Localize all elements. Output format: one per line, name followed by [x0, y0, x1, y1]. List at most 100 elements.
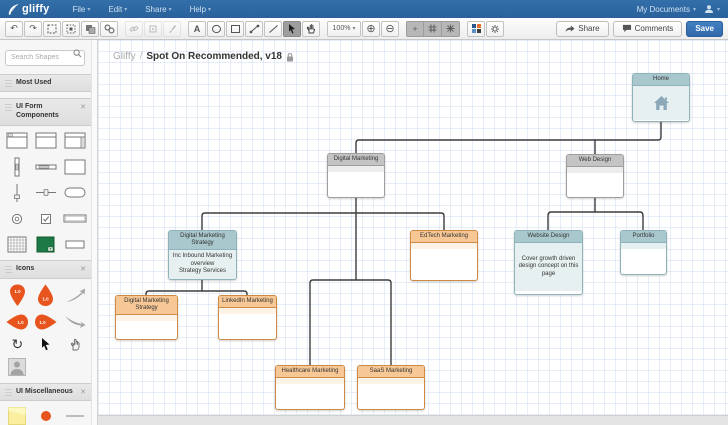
- ellipse-tool-button[interactable]: [207, 21, 225, 37]
- canvas-horizontal-scrollbar[interactable]: [98, 415, 728, 425]
- settings-button[interactable]: [486, 21, 504, 37]
- connector-tool-button[interactable]: [245, 21, 263, 37]
- node-edtech-marketing[interactable]: EdTech Marketing: [410, 230, 478, 281]
- comments-button[interactable]: Comments: [613, 21, 683, 37]
- crop-icon: [148, 24, 158, 34]
- share-button[interactable]: Share: [556, 21, 608, 37]
- shape-horizontal-scrollbar[interactable]: [32, 156, 61, 178]
- icon-curved-arrow-down[interactable]: [60, 311, 89, 333]
- sidebar-scrollbar[interactable]: [91, 40, 97, 425]
- node-digital-marketing-strategy[interactable]: Digital Marketing Strategy Inc Inbound M…: [168, 230, 237, 280]
- shape-window-titlebar[interactable]: [3, 130, 32, 152]
- shape-radio-button[interactable]: [3, 208, 32, 230]
- svg-text:1.0: 1.0: [40, 319, 47, 324]
- undo-button[interactable]: ↶: [5, 21, 23, 37]
- crop-button[interactable]: [144, 21, 162, 37]
- crosshair-toggle-button[interactable]: +: [406, 21, 424, 37]
- node-digital-marketing-strategy-2[interactable]: Digital Marketing Strategy: [115, 295, 178, 340]
- section-ui-form-components[interactable]: UI Form Components ✕: [0, 98, 91, 126]
- save-button[interactable]: Save: [686, 21, 723, 37]
- shape-text-field[interactable]: [60, 208, 89, 230]
- node-digital-marketing[interactable]: Digital Marketing: [327, 153, 385, 198]
- shape-window-scrollbar[interactable]: [60, 130, 89, 152]
- icon-droplet-pin[interactable]: 1.0: [32, 283, 61, 309]
- chevron-down-icon: ▾: [124, 6, 127, 13]
- node-home[interactable]: Home: [632, 73, 690, 122]
- menu-help[interactable]: Help▾: [183, 3, 218, 16]
- shape-circle-dot[interactable]: [32, 405, 61, 425]
- ungroup-button[interactable]: [100, 21, 118, 37]
- gliffy-logo[interactable]: gliffy: [8, 3, 49, 15]
- icon-hand-pointer[interactable]: [60, 335, 89, 353]
- drawing-toolbar: ↶ ↷ A 100%▾ ⊕ ⊖ + Share Comments Save: [0, 18, 728, 40]
- icon-cursor[interactable]: [32, 335, 61, 353]
- shape-sticky-note[interactable]: [3, 405, 32, 425]
- close-icon[interactable]: ✕: [80, 388, 86, 396]
- zoom-level-dropdown[interactable]: 100%▾: [327, 21, 361, 37]
- line-tool-button[interactable]: [264, 21, 282, 37]
- shape-dropdown[interactable]: [32, 234, 61, 256]
- add-link-button[interactable]: [125, 21, 143, 37]
- shape-table[interactable]: [3, 234, 32, 256]
- icon-pin-right[interactable]: 1.0: [32, 311, 61, 333]
- my-documents-menu[interactable]: My Documents▾: [637, 5, 696, 14]
- paintbrush-icon: [167, 24, 177, 34]
- menu-edit[interactable]: Edit▾: [101, 3, 134, 16]
- select-all-button[interactable]: [43, 21, 61, 37]
- shape-rounded-button[interactable]: [60, 182, 89, 204]
- node-portfolio[interactable]: Portfolio: [620, 230, 667, 275]
- format-painter-button[interactable]: [163, 21, 181, 37]
- node-web-design[interactable]: Web Design: [566, 154, 624, 198]
- shape-checkbox[interactable]: [32, 208, 61, 230]
- icon-curved-arrow-up[interactable]: [60, 283, 89, 309]
- shape-rectangle[interactable]: [60, 156, 89, 178]
- breadcrumb-root-link[interactable]: Gliffy: [113, 51, 136, 62]
- document-title: Spot On Recommended, v18: [146, 51, 282, 62]
- pointer-tool-button[interactable]: [283, 21, 301, 37]
- section-most-used[interactable]: Most Used: [0, 74, 91, 93]
- marquee-select-icon: [47, 24, 57, 34]
- multi-select-icon: [66, 24, 76, 34]
- icon-refresh[interactable]: ↻: [3, 335, 32, 353]
- node-website-design[interactable]: Website Design Cover growth driven desig…: [514, 230, 583, 295]
- icon-user-avatar[interactable]: [3, 355, 32, 379]
- zoom-in-button[interactable]: ⊕: [362, 21, 380, 37]
- diagram-canvas[interactable]: Gliffy / Spot On Recommended, v18 Home D…: [98, 40, 728, 425]
- icon-map-pin[interactable]: 1.0: [3, 283, 32, 309]
- section-icons[interactable]: Icons ✕: [0, 260, 91, 279]
- close-icon[interactable]: ✕: [80, 103, 86, 111]
- shape-button[interactable]: [60, 234, 89, 256]
- shapes-sidebar: Most Used UI Form Components ✕ Icons ✕ 1…: [0, 40, 98, 425]
- cursor-icon: [287, 23, 297, 34]
- search-icon: [73, 49, 82, 58]
- drag-handle-icon: [5, 389, 12, 396]
- shape-line[interactable]: [60, 405, 89, 425]
- theme-colors-button[interactable]: [467, 21, 485, 37]
- icon-pin-left[interactable]: 1.0: [3, 311, 32, 333]
- close-icon[interactable]: ✕: [80, 265, 86, 273]
- node-healthcare-marketing[interactable]: Healthcare Marketing: [275, 365, 345, 410]
- drag-handle-icon: [5, 266, 12, 273]
- shape-vertical-scrollbar[interactable]: [3, 156, 32, 178]
- snap-toggle-button[interactable]: [442, 21, 460, 37]
- node-linkedin-marketing[interactable]: LinkedIn Marketing: [218, 295, 277, 340]
- svg-text:1.0: 1.0: [14, 289, 21, 294]
- empty-cell: [32, 355, 61, 377]
- group-button[interactable]: [81, 21, 99, 37]
- shape-vertical-slider[interactable]: [3, 182, 32, 204]
- grid-toggle-button[interactable]: [424, 21, 442, 37]
- shape-horizontal-slider[interactable]: [32, 182, 61, 204]
- select-shapes-button[interactable]: [62, 21, 80, 37]
- menu-file[interactable]: File▾: [65, 3, 97, 16]
- node-saas-marketing[interactable]: SaaS Marketing: [357, 365, 425, 410]
- account-menu[interactable]: ▾: [704, 4, 720, 14]
- menu-share[interactable]: Share▾: [138, 3, 178, 16]
- lock-icon: [286, 52, 294, 62]
- zoom-out-button[interactable]: ⊖: [381, 21, 399, 37]
- text-tool-button[interactable]: A: [188, 21, 206, 37]
- rectangle-tool-button[interactable]: [226, 21, 244, 37]
- section-ui-miscellaneous[interactable]: UI Miscellaneous ✕: [0, 383, 91, 402]
- pan-tool-button[interactable]: [302, 21, 320, 37]
- redo-button[interactable]: ↷: [24, 21, 42, 37]
- shape-window[interactable]: [32, 130, 61, 152]
